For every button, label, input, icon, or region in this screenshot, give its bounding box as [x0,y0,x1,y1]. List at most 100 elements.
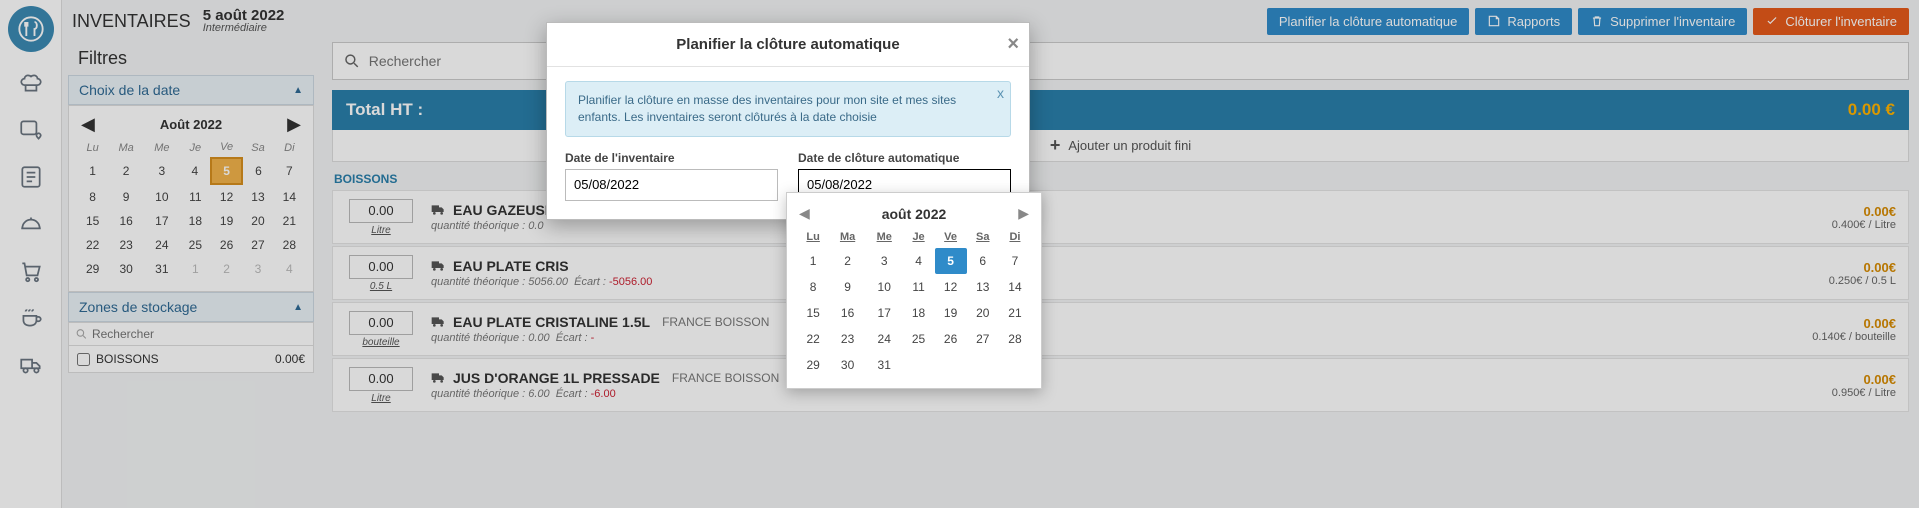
qty-input[interactable]: 0.00 [349,311,413,335]
datepicker-day[interactable]: 12 [935,274,967,300]
calendar-day[interactable]: 7 [274,158,305,184]
modal-close-button[interactable]: × [1007,33,1019,56]
calendar-day[interactable]: 21 [274,209,305,233]
calendar-day[interactable]: 22 [77,233,108,257]
delete-inventory-button[interactable]: Supprimer l'inventaire [1578,8,1747,35]
datepicker-day[interactable]: 6 [967,248,999,274]
datepicker-day[interactable] [967,352,999,378]
calendar-day[interactable]: 10 [144,184,180,209]
app-logo[interactable] [8,6,54,52]
qty-unit[interactable]: Litre [371,225,390,236]
datepicker-day[interactable]: 23 [829,326,866,352]
dp-prev[interactable]: ◀ [799,205,810,222]
calendar-day[interactable]: 23 [108,233,144,257]
qty-unit[interactable]: Litre [371,393,390,404]
calendar-day[interactable]: 30 [108,257,144,281]
rail-coffee[interactable] [18,305,44,334]
datepicker-day[interactable]: 19 [935,300,967,326]
datepicker-day[interactable]: 20 [967,300,999,326]
cal-next[interactable]: ▶ [287,114,301,135]
datepicker-day[interactable]: 3 [866,248,903,274]
dp-next[interactable]: ▶ [1018,205,1029,222]
calendar-day[interactable]: 16 [108,209,144,233]
qty-unit[interactable]: 0.5 L [370,281,392,292]
datepicker-day[interactable]: 26 [935,326,967,352]
qty-unit[interactable]: bouteille [362,337,399,348]
calendar-day[interactable]: 5 [211,158,242,184]
datepicker-day[interactable]: 9 [829,274,866,300]
date-section-head[interactable]: Choix de la date ▲ [68,75,314,105]
calendar-day[interactable]: 4 [274,257,305,281]
rail-favorites[interactable] [18,117,44,146]
calendar-day[interactable]: 17 [144,209,180,233]
calendar-day[interactable]: 2 [211,257,242,281]
datepicker-day[interactable]: 30 [829,352,866,378]
zone-checkbox[interactable] [77,353,90,366]
calendar-day[interactable]: 6 [242,158,274,184]
datepicker-day[interactable] [999,352,1031,378]
rail-cart[interactable] [18,258,44,287]
info-dismiss[interactable]: x [997,84,1004,104]
calendar-day[interactable]: 8 [77,184,108,209]
datepicker-day[interactable]: 4 [903,248,935,274]
datepicker-day[interactable]: 11 [903,274,935,300]
datepicker-day[interactable]: 7 [999,248,1031,274]
calendar-day[interactable]: 12 [211,184,242,209]
rail-delivery[interactable] [18,352,44,381]
calendar-day[interactable]: 25 [180,233,211,257]
calendar-day[interactable]: 3 [144,158,180,184]
datepicker-day[interactable]: 2 [829,248,866,274]
calendar-day[interactable]: 9 [108,184,144,209]
calendar-day[interactable]: 19 [211,209,242,233]
datepicker-day[interactable]: 14 [999,274,1031,300]
datepicker-day[interactable]: 18 [903,300,935,326]
rail-list[interactable] [18,164,44,193]
zones-section-head[interactable]: Zones de stockage ▲ [68,292,314,322]
calendar-day[interactable]: 1 [180,257,211,281]
datepicker-day[interactable]: 1 [797,248,829,274]
calendar-day[interactable]: 18 [180,209,211,233]
datepicker-day[interactable]: 10 [866,274,903,300]
rail-chef[interactable] [18,70,44,99]
datepicker-day[interactable]: 15 [797,300,829,326]
calendar-day[interactable]: 28 [274,233,305,257]
qty-input[interactable]: 0.00 [349,255,413,279]
inventory-date-input[interactable] [565,169,778,201]
datepicker-day[interactable]: 25 [903,326,935,352]
datepicker-day[interactable]: 29 [797,352,829,378]
datepicker-day[interactable]: 5 [935,248,967,274]
zone-search[interactable] [68,322,314,346]
datepicker-day[interactable]: 8 [797,274,829,300]
calendar-day[interactable]: 4 [180,158,211,184]
calendar-day[interactable]: 31 [144,257,180,281]
reports-button[interactable]: Rapports [1475,8,1572,35]
calendar-day[interactable]: 11 [180,184,211,209]
qty-input[interactable]: 0.00 [349,367,413,391]
datepicker-day[interactable]: 22 [797,326,829,352]
datepicker-day[interactable]: 16 [829,300,866,326]
calendar-day[interactable]: 20 [242,209,274,233]
datepicker-day[interactable]: 31 [866,352,903,378]
calendar-day[interactable]: 1 [77,158,108,184]
calendar-day[interactable]: 27 [242,233,274,257]
calendar-day[interactable]: 2 [108,158,144,184]
qty-input[interactable]: 0.00 [349,199,413,223]
calendar-day[interactable]: 29 [77,257,108,281]
datepicker-day[interactable] [903,352,935,378]
calendar-day[interactable]: 13 [242,184,274,209]
datepicker-day[interactable]: 21 [999,300,1031,326]
datepicker-day[interactable]: 28 [999,326,1031,352]
datepicker-day[interactable]: 13 [967,274,999,300]
rail-serve[interactable] [18,211,44,240]
calendar-day[interactable]: 24 [144,233,180,257]
zone-search-input[interactable] [92,327,307,341]
datepicker-day[interactable] [935,352,967,378]
plan-close-button[interactable]: Planifier la clôture automatique [1267,8,1470,35]
calendar-day[interactable]: 15 [77,209,108,233]
datepicker-day[interactable]: 17 [866,300,903,326]
close-inventory-button[interactable]: Clôturer l'inventaire [1753,8,1909,35]
datepicker-day[interactable]: 24 [866,326,903,352]
zone-item[interactable]: BOISSONS0.00€ [68,346,314,373]
cal-prev[interactable]: ◀ [81,114,95,135]
calendar-day[interactable]: 3 [242,257,274,281]
